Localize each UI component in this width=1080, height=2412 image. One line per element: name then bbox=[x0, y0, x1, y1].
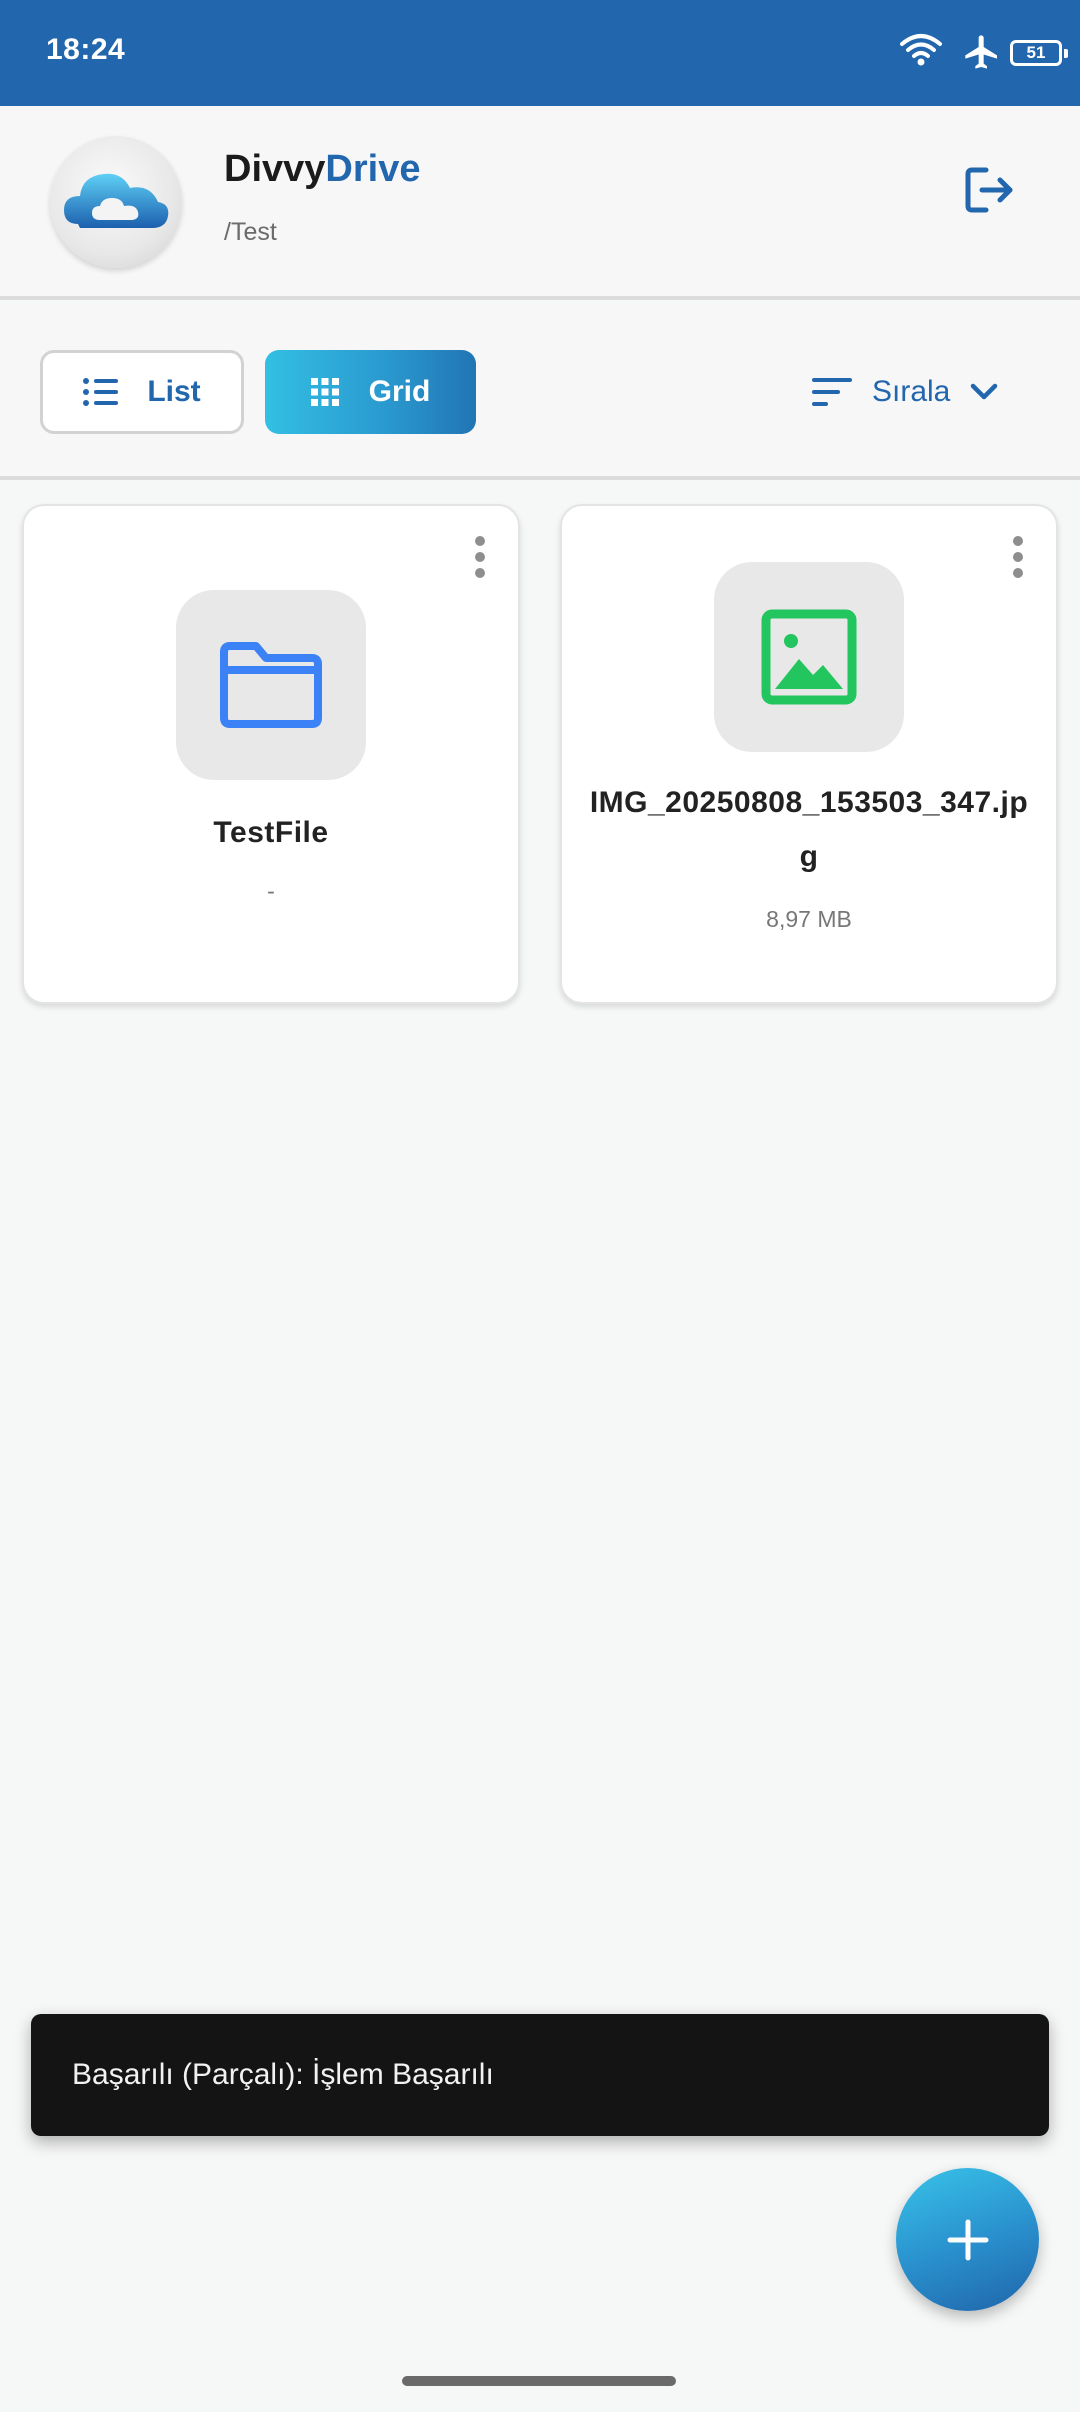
cloud-logo bbox=[50, 136, 182, 268]
sort-dropdown[interactable]: Sırala bbox=[812, 350, 998, 434]
status-bar: 18:24 51 bbox=[0, 0, 1080, 106]
item-name: TestFile bbox=[213, 816, 329, 849]
item-meta: - bbox=[267, 878, 275, 904]
grid-view-label: Grid bbox=[368, 375, 431, 408]
airplane-icon bbox=[965, 35, 997, 69]
grid-icon bbox=[310, 378, 339, 406]
list-icon bbox=[83, 378, 119, 406]
app-brand: DivvyDrive bbox=[224, 148, 420, 191]
sort-label: Sırala bbox=[872, 375, 951, 408]
chevron-down-icon bbox=[971, 383, 998, 400]
current-path: /Test bbox=[224, 218, 277, 246]
sort-icon bbox=[812, 378, 852, 406]
more-options-icon[interactable] bbox=[1008, 536, 1028, 584]
item-meta: 8,97 MB bbox=[766, 906, 852, 932]
grid-view-button[interactable]: Grid bbox=[265, 350, 476, 434]
battery-icon: 51 bbox=[1010, 40, 1068, 66]
logout-button[interactable] bbox=[962, 162, 1018, 218]
add-button[interactable] bbox=[896, 2168, 1039, 2311]
item-icon-tile bbox=[176, 590, 366, 780]
plus-icon bbox=[947, 2219, 988, 2260]
image-icon bbox=[761, 609, 857, 705]
item-name: IMG_20250808_153503_347.jpg bbox=[589, 786, 1029, 873]
grid-item-image[interactable]: IMG_20250808_153503_347.jpg 8,97 MB bbox=[560, 504, 1058, 1004]
grid-item-folder[interactable]: TestFile - bbox=[22, 504, 520, 1004]
snackbar-message: Başarılı (Parçalı): İşlem Başarılı bbox=[72, 2058, 494, 2091]
status-time: 18:24 bbox=[46, 33, 126, 66]
folder-icon bbox=[220, 642, 322, 728]
brand-part1: Divvy bbox=[224, 148, 326, 190]
app-header: DivvyDrive /Test bbox=[0, 106, 1080, 300]
home-indicator[interactable] bbox=[402, 2376, 676, 2386]
view-toolbar: List Grid Sırala bbox=[0, 304, 1080, 480]
snackbar: Başarılı (Parçalı): İşlem Başarılı bbox=[31, 2014, 1049, 2136]
logout-icon bbox=[965, 167, 1013, 213]
list-view-button[interactable]: List bbox=[40, 350, 244, 434]
cloud-icon bbox=[64, 173, 169, 228]
item-icon-tile bbox=[714, 562, 904, 752]
brand-part2: Drive bbox=[325, 148, 421, 190]
list-view-label: List bbox=[147, 375, 201, 408]
wifi-icon bbox=[900, 34, 942, 66]
more-options-icon[interactable] bbox=[470, 536, 490, 584]
